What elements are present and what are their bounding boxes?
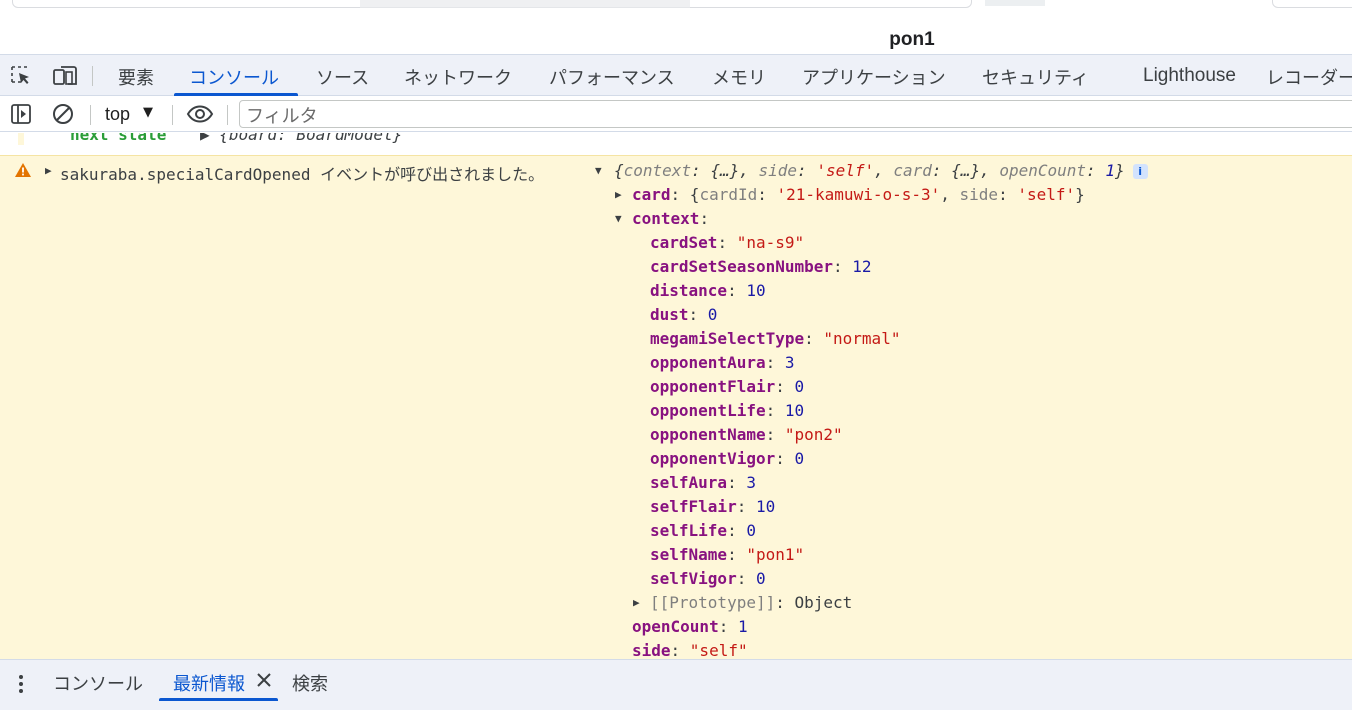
context-prop-cardSetSeasonNumber[interactable]: cardSetSeasonNumber: 12 [650,257,872,276]
more-vert-icon[interactable] [14,672,28,696]
inspect-element-icon[interactable] [10,65,32,87]
context-prop-opponentName[interactable]: opponentName: "pon2" [650,425,843,444]
clear-console-icon[interactable] [52,103,74,125]
tab-performance[interactable]: パフォーマンス [549,64,675,90]
close-icon[interactable] [255,670,273,690]
context-prop-cardSet[interactable]: cardSet: "na-s9" [650,233,804,252]
context-prop-opponentFlair[interactable]: opponentFlair: 0 [650,377,804,396]
context-property[interactable]: context: [632,209,709,228]
page-fragment [985,0,1045,6]
tab-network[interactable]: ネットワーク [404,64,512,90]
dropdown-arrow-icon[interactable]: ▼ [143,105,153,120]
tab-console[interactable]: コンソール [189,64,279,90]
context-prop-opponentVigor[interactable]: opponentVigor: 0 [650,449,804,468]
context-prop-selfLife[interactable]: selfLife: 0 [650,521,756,540]
context-prop-distance[interactable]: distance: 10 [650,281,766,300]
tab-memory[interactable]: メモリ [712,64,766,90]
active-drawer-tab-indicator [159,698,278,701]
context-prop-opponentLife[interactable]: opponentLife: 10 [650,401,804,420]
context-prop-dust[interactable]: dust: 0 [650,305,717,324]
drawer-tabbar: コンソール 最新情報 検索 [0,659,1352,710]
log-key: next state [70,133,167,144]
warning-icon [15,163,31,177]
collapse-triangle-icon[interactable]: ▼ [615,212,622,225]
prototype-property[interactable]: [[Prototype]]: Object [650,593,852,612]
drawer-tab-whats-new[interactable]: 最新情報 [173,670,245,696]
toolbar-divider [227,105,228,125]
expand-triangle-icon[interactable]: ▶ [633,596,640,609]
sidebar-toggle-icon[interactable] [10,103,32,125]
warning-text: sakuraba.specialCardOpened イベントが呼び出されました… [60,165,545,184]
tab-elements[interactable]: 要素 [118,64,154,90]
toolbar-divider [90,105,91,125]
context-prop-selfName[interactable]: selfName: "pon1" [650,545,804,564]
context-prop-selfAura[interactable]: selfAura: 3 [650,473,756,492]
filter-input[interactable]: フィルタ [239,100,1352,128]
active-tab-indicator [174,93,298,96]
tab-lighthouse[interactable]: Lighthouse [1143,65,1236,87]
context-prop-megamiSelectType[interactable]: megamiSelectType: "normal" [650,329,900,348]
page-fragment [1272,0,1352,8]
toolbar-divider [172,105,173,125]
warning-message: ▶ sakuraba.specialCardOpened イベントが呼び出されま… [0,155,1352,659]
eye-icon[interactable] [186,103,214,125]
info-icon[interactable]: i [1132,164,1148,179]
tab-application[interactable]: アプリケーション [802,64,946,90]
tab-security[interactable]: セキュリティ [982,64,1089,90]
card-property[interactable]: card: {cardId: '21-kamuwi-o-s-3', side: … [632,185,1085,204]
page-heading: pon1 [889,29,935,50]
tab-recorder[interactable]: レコーダー [1266,64,1352,90]
toolbar-divider [92,66,93,86]
page-fragment [360,0,690,8]
drawer-tab-search[interactable]: 検索 [292,670,328,696]
expand-triangle-icon[interactable]: ▶ [615,188,622,201]
console-output: next state ▶ {board: BoardModel} ▶ sakur… [0,133,1352,659]
object-summary[interactable]: {context: {…}, side: 'self', card: {…}, … [614,161,1148,180]
tab-sources[interactable]: ソース [316,64,369,90]
context-selector[interactable]: top [105,104,130,125]
log-value[interactable]: ▶ {board: BoardModel} [200,133,402,144]
inspected-page: pon1 [0,0,1352,54]
side-property: side: "self" [632,641,748,659]
open-count-property: openCount: 1 [632,617,748,636]
context-prop-selfVigor[interactable]: selfVigor: 0 [650,569,766,588]
context-prop-opponentAura[interactable]: opponentAura: 3 [650,353,795,372]
console-toolbar: top ▼ フィルタ [0,97,1352,132]
device-toolbar-icon[interactable] [52,65,78,87]
expand-triangle-icon[interactable]: ▶ [45,164,52,177]
collapse-triangle-icon[interactable]: ▼ [595,164,602,177]
devtools-tabbar: 要素 コンソール ソース ネットワーク パフォーマンス メモリ アプリケーション… [0,54,1352,96]
previous-log-line: next state ▶ {board: BoardModel} [14,133,1352,145]
context-prop-selfFlair[interactable]: selfFlair: 10 [650,497,775,516]
drawer-tab-console[interactable]: コンソール [53,670,143,696]
